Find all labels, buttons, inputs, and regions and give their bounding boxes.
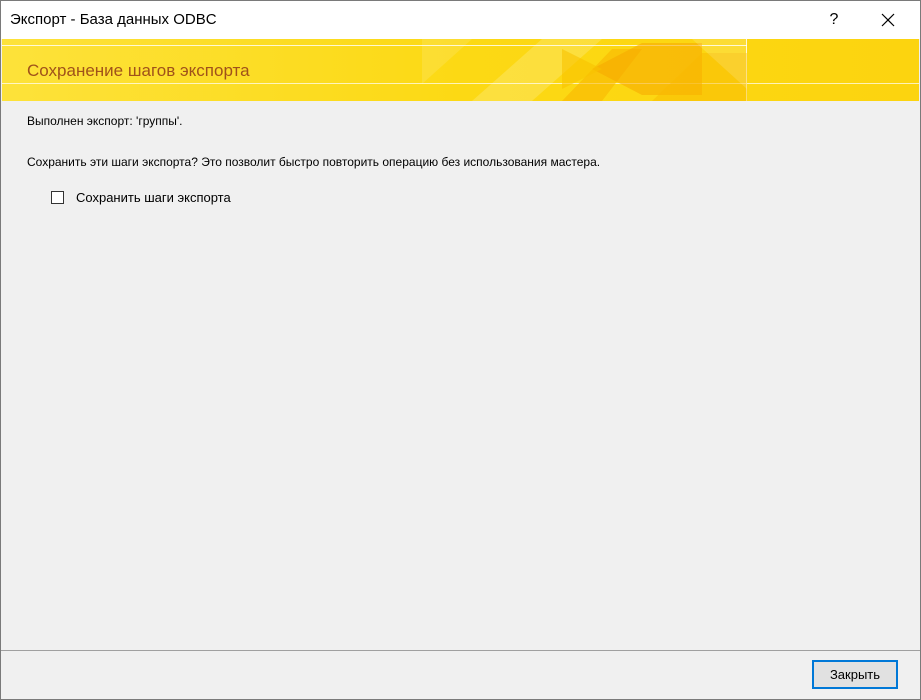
title-bar: Экспорт - База данных ODBC ?	[1, 1, 920, 39]
help-button[interactable]: ?	[811, 1, 857, 39]
wizard-content: Выполнен экспорт: 'группы'. Сохранить эт…	[1, 101, 920, 649]
export-status-text: Выполнен экспорт: 'группы'.	[27, 114, 183, 128]
window-close-button[interactable]	[865, 1, 911, 39]
wizard-header-banner: Сохранение шагов экспорта	[2, 39, 919, 101]
footer-divider	[1, 650, 920, 651]
export-dialog-window: Экспорт - База данных ODBC ? Сохранение …	[0, 0, 921, 700]
save-steps-checkbox-label[interactable]: Сохранить шаги экспорта	[76, 190, 231, 205]
close-button[interactable]: Закрыть	[812, 660, 898, 689]
banner-title: Сохранение шагов экспорта	[27, 61, 250, 80]
checkbox-box[interactable]	[51, 191, 64, 204]
save-steps-checkbox[interactable]: Сохранить шаги экспорта	[51, 190, 231, 205]
save-steps-question: Сохранить эти шаги экспорта? Это позволи…	[27, 155, 601, 169]
window-title: Экспорт - База данных ODBC	[10, 11, 217, 28]
close-button-label[interactable]: Закрыть	[815, 663, 895, 686]
close-icon	[881, 13, 895, 27]
